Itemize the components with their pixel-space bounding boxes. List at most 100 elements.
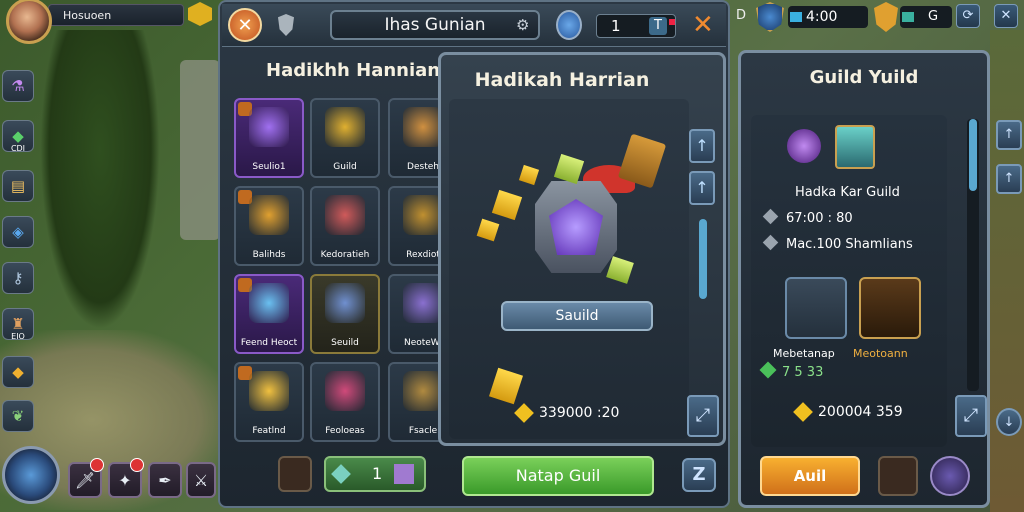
cube-icon	[394, 464, 414, 484]
top-count: G	[900, 6, 952, 28]
gold-cube-icon	[489, 367, 523, 405]
guild-shield-icon[interactable]	[756, 2, 784, 32]
grid-item[interactable]: Seuild	[310, 274, 380, 354]
popup-price-value: 339000 :20	[539, 405, 620, 421]
sidebar-button-1[interactable]: ⚗	[2, 70, 34, 102]
currency-gem-icon[interactable]	[188, 2, 212, 26]
magic-orb-icon	[787, 129, 821, 163]
diamond-icon	[762, 234, 779, 251]
item-icon	[249, 283, 289, 324]
player-avatar[interactable]	[6, 0, 52, 44]
quantity-selector[interactable]: 1	[324, 456, 426, 492]
counter-box: 1 T	[596, 14, 676, 38]
scroll-icon: ▤	[10, 177, 26, 195]
event-timer-value: 4:00	[806, 9, 838, 25]
edge-down-button[interactable]: ↓	[996, 408, 1022, 436]
guild-members-row: Mac.100 Shamlians	[762, 234, 913, 252]
bag-button[interactable]	[278, 456, 312, 492]
close-right-button[interactable]: ✕	[994, 4, 1018, 28]
item-icon	[325, 195, 365, 236]
right-expand-button[interactable]: ⤢	[955, 395, 987, 437]
gold-cube-icon	[491, 189, 523, 221]
close-x-button[interactable]: ✕	[692, 10, 714, 40]
sidebar-button-8[interactable]: ❦	[2, 400, 34, 432]
diamond-icon	[762, 208, 779, 225]
right-scrollbar[interactable]	[969, 119, 977, 191]
hero-orb-button[interactable]	[2, 446, 60, 504]
reward-popup: Hadikah Harrian Sauild 339000 :20 ↑ ↑ ⤢	[438, 52, 726, 446]
background-right-edge	[990, 30, 1024, 512]
gold-shield-icon[interactable]	[874, 2, 898, 32]
guild-members: Mac.100 Shamlians	[786, 237, 913, 252]
sword-icon: 🗡	[74, 470, 96, 490]
popup-price: 339000 :20	[514, 403, 620, 423]
item-label: Featlnd	[252, 426, 286, 436]
grid-item[interactable]: Guild	[310, 98, 380, 178]
quill-icon[interactable]	[556, 10, 582, 40]
tower-icon: ♜	[11, 315, 25, 333]
edge-up-button-2[interactable]: ↑	[996, 164, 1022, 194]
right-price-value: 200004 359	[818, 404, 903, 420]
green-cube-icon	[606, 256, 634, 284]
alert-marker	[669, 19, 675, 25]
top-count-value: G	[928, 9, 939, 24]
panel-title: Ihas Gunian	[330, 10, 540, 40]
skill-slot-3[interactable]: ✒	[148, 462, 182, 498]
guild-action-button[interactable]: Auil	[760, 456, 860, 496]
close-icon: ✕	[237, 14, 253, 36]
grid-item[interactable]: Balihds	[234, 186, 304, 266]
quill-button[interactable]	[878, 456, 918, 496]
item-icon	[249, 371, 289, 412]
grid-item[interactable]: Kedoratieh	[310, 186, 380, 266]
player-name: Hosuoen	[48, 4, 184, 26]
slot2-label: Meotoann	[853, 347, 908, 360]
sidebar-button-5[interactable]: ⚷	[2, 262, 34, 294]
guild-time: 67:00 : 80	[786, 211, 853, 226]
gold-gem-icon	[793, 402, 813, 422]
grid-item[interactable]: Featlnd	[234, 362, 304, 442]
popup-scrollbar[interactable]	[699, 219, 707, 299]
skill-slot-2[interactable]: ✦	[108, 458, 144, 498]
green-cube-icon	[553, 153, 585, 185]
item-icon	[249, 195, 289, 236]
sidebar-button-4[interactable]: ◈	[2, 216, 34, 248]
refresh-button[interactable]: ⟳	[956, 4, 980, 28]
gear-icon[interactable]: ⚙	[516, 16, 529, 34]
quantity-value: 1	[372, 464, 383, 483]
popup-claim-button[interactable]: Sauild	[501, 301, 653, 331]
sidebar-button-3[interactable]: ▤	[2, 170, 34, 202]
right-price: 200004 359	[793, 402, 903, 422]
grid-item[interactable]: Feoloeas	[310, 362, 380, 442]
potion-icon: ⚗	[11, 77, 25, 95]
primary-action-button[interactable]: Natap Guil	[462, 456, 654, 496]
sidebar-button-7[interactable]: ◆	[2, 356, 34, 388]
reward-slot-anvil[interactable]	[785, 277, 847, 339]
player-profile[interactable]: Hosuoen	[2, 0, 212, 44]
close-button[interactable]: ✕	[228, 8, 262, 42]
item-icon	[325, 283, 365, 324]
counter-badge[interactable]: T	[649, 17, 667, 35]
skill-slot-4[interactable]: ⚔	[186, 462, 216, 498]
guild-info-panel: Guild Yuild Hadka Kar Guild 67:00 : 80 M…	[738, 50, 990, 508]
z-button[interactable]: Z	[682, 458, 716, 492]
grid-item[interactable]: Feend Heoct	[234, 274, 304, 354]
grid-item[interactable]: Seulio1	[234, 98, 304, 178]
gem-icon	[331, 464, 351, 484]
expand-button[interactable]: ⤢	[687, 395, 719, 437]
edge-up-button[interactable]: ↑	[996, 120, 1022, 150]
green-resource: 7 5 33	[759, 361, 823, 380]
key-icon: ⚷	[12, 269, 24, 287]
leaf-icon: ❦	[11, 407, 25, 425]
scroll-up-button-2[interactable]: ↑	[689, 171, 715, 205]
sidebar-button-2[interactable]: ◆ CDI	[2, 120, 34, 153]
sidebar-button-6[interactable]: ♜ EIO	[2, 308, 34, 341]
reward-slot-amber[interactable]	[859, 277, 921, 339]
skill-slot-1[interactable]: 🗡	[68, 458, 104, 498]
sapphire-icon: ◈	[12, 223, 24, 241]
shield-icon	[278, 14, 294, 36]
item-label: Guild	[333, 162, 357, 172]
top-prefix: D	[736, 8, 747, 23]
scroll-up-button[interactable]: ↑	[689, 129, 715, 163]
sidebar-button-label: CDI	[10, 144, 26, 153]
hero-portrait-button[interactable]	[930, 456, 970, 496]
